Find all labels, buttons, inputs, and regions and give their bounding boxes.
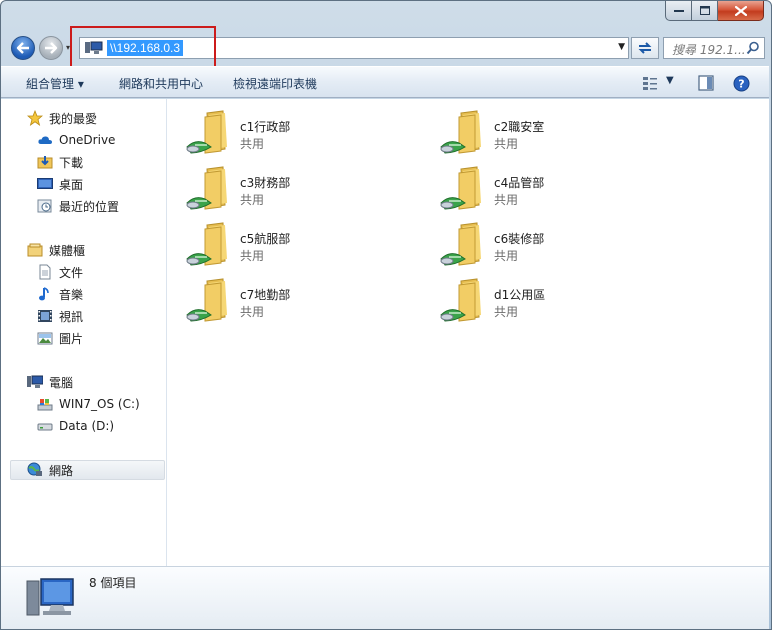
share-tile[interactable]: c6裝修部共用 <box>421 215 651 267</box>
recent-pages-dropdown[interactable]: ▾ <box>66 43 74 53</box>
share-name: c6裝修部 <box>494 232 545 246</box>
shared-folder-icon <box>440 278 481 322</box>
nav-downloads[interactable]: 下載 <box>37 152 83 172</box>
nav-videos[interactable]: 視訊 <box>37 306 83 326</box>
shared-folder-icon <box>186 278 227 322</box>
search-box[interactable]: 搜尋 192.1... <box>663 37 765 59</box>
shared-folder-icon <box>186 222 227 266</box>
details-pane: 8 個項目 <box>1 566 769 629</box>
share-tile[interactable]: c7地勤部共用 <box>167 271 397 323</box>
share-type: 共用 <box>240 305 265 319</box>
nav-pictures[interactable]: 圖片 <box>37 328 83 348</box>
search-placeholder: 搜尋 192.1... <box>672 43 746 57</box>
nav-desktop[interactable]: 桌面 <box>37 174 83 194</box>
video-icon <box>38 310 52 322</box>
shared-folder-icon <box>440 166 481 210</box>
share-name: d1公用區 <box>494 288 546 302</box>
content-area: c1行政部 共用 c2職安室 共用 c3財務部 共用 c4品管部 共用 c5航服部 共用 c6裝修部… <box>167 99 769 566</box>
share-tile[interactable]: c3財務部共用 <box>167 159 397 211</box>
search-icon[interactable] <box>746 41 760 55</box>
navigation-pane: 我的最愛 OneDrive 下載 桌面 最近的位置 媒體櫃 文件 音樂 視訊 圖… <box>1 99 167 566</box>
shared-folder-icon <box>186 110 227 154</box>
share-tile[interactable]: c2職安室共用 <box>421 103 651 155</box>
network-computer-icon <box>85 41 103 54</box>
nav-network[interactable]: 網路 <box>10 460 165 480</box>
libraries-icon <box>27 243 43 257</box>
share-type: 共用 <box>240 137 265 151</box>
close-button[interactable] <box>718 1 764 21</box>
nav-favorites[interactable]: 我的最愛 <box>27 108 97 128</box>
recent-places-icon <box>37 199 52 213</box>
share-type: 共用 <box>494 193 519 207</box>
address-path[interactable]: \\192.168.0.3 <box>107 40 184 56</box>
share-tile[interactable]: c4品管部共用 <box>421 159 651 211</box>
system-drive-icon <box>37 399 53 411</box>
shared-folder-icon <box>440 222 481 266</box>
share-name: c2職安室 <box>494 120 545 134</box>
arrow-left-icon <box>16 42 29 54</box>
desktop-icon <box>37 178 53 189</box>
command-bar: 組合管理 ▾ 網路和共用中心 檢視遠端印表機 ▼ ? <box>1 66 769 98</box>
shared-folder-icon <box>186 166 227 210</box>
share-tile[interactable]: d1公用區共用 <box>421 271 651 323</box>
navigation-bar: ▾ \\192.168.0.3 ▼ 搜尋 192.1... <box>7 31 765 63</box>
star-icon <box>27 110 43 126</box>
organize-menu[interactable]: 組合管理 ▾ <box>26 75 84 92</box>
network-sharing-center-button[interactable]: 網路和共用中心 <box>119 75 203 92</box>
nav-music[interactable]: 音樂 <box>37 284 83 304</box>
cloud-icon <box>38 136 52 144</box>
share-type: 共用 <box>240 249 265 263</box>
svg-text:?: ? <box>738 78 744 91</box>
network-computer-large-icon <box>26 578 74 616</box>
address-dropdown-icon[interactable]: ▼ <box>618 42 625 52</box>
share-name: c3財務部 <box>240 176 291 190</box>
item-count: 8 個項目 <box>89 576 137 590</box>
music-note-icon <box>39 287 49 301</box>
maximize-button[interactable] <box>692 1 718 21</box>
refresh-icon <box>638 42 652 54</box>
back-button[interactable] <box>11 36 35 60</box>
minimize-icon <box>673 9 684 12</box>
nav-libraries[interactable]: 媒體櫃 <box>27 240 85 260</box>
network-globe-icon <box>27 462 42 476</box>
view-remote-printers-button[interactable]: 檢視遠端印表機 <box>233 75 317 92</box>
share-type: 共用 <box>494 249 519 263</box>
hard-drive-icon <box>37 423 53 431</box>
share-tile[interactable]: c1行政部共用 <box>167 103 397 155</box>
picture-icon <box>37 332 53 345</box>
address-bar[interactable]: \\192.168.0.3 ▼ <box>79 37 629 59</box>
nav-drive-c[interactable]: WIN7_OS (C:) <box>37 394 140 414</box>
nav-computer[interactable]: 電腦 <box>27 372 73 392</box>
refresh-button[interactable] <box>631 37 659 59</box>
arrow-right-icon <box>45 42 58 54</box>
nav-drive-d[interactable]: Data (D:) <box>37 416 114 436</box>
maximize-icon <box>699 6 710 15</box>
share-name: c1行政部 <box>240 120 291 134</box>
share-name: c5航服部 <box>240 232 291 246</box>
caption-buttons <box>665 1 764 21</box>
computer-icon <box>27 375 43 388</box>
downloads-folder-icon <box>37 156 53 169</box>
view-dropdown-icon[interactable]: ▼ <box>666 75 674 86</box>
share-type: 共用 <box>494 137 519 151</box>
preview-pane-icon[interactable] <box>698 75 714 91</box>
document-icon <box>39 264 51 280</box>
minimize-button[interactable] <box>665 1 692 21</box>
close-icon <box>734 5 747 16</box>
nav-recent-places[interactable]: 最近的位置 <box>37 196 119 216</box>
forward-button[interactable] <box>39 36 63 60</box>
help-icon[interactable]: ? <box>733 75 750 92</box>
share-type: 共用 <box>240 193 265 207</box>
share-tile[interactable]: c5航服部共用 <box>167 215 397 267</box>
share-name: c7地勤部 <box>240 288 291 302</box>
view-options-icon[interactable] <box>642 75 658 91</box>
nav-onedrive[interactable]: OneDrive <box>37 130 115 150</box>
shared-folder-icon <box>440 110 481 154</box>
nav-documents[interactable]: 文件 <box>37 262 83 282</box>
share-name: c4品管部 <box>494 176 545 190</box>
share-type: 共用 <box>494 305 519 319</box>
